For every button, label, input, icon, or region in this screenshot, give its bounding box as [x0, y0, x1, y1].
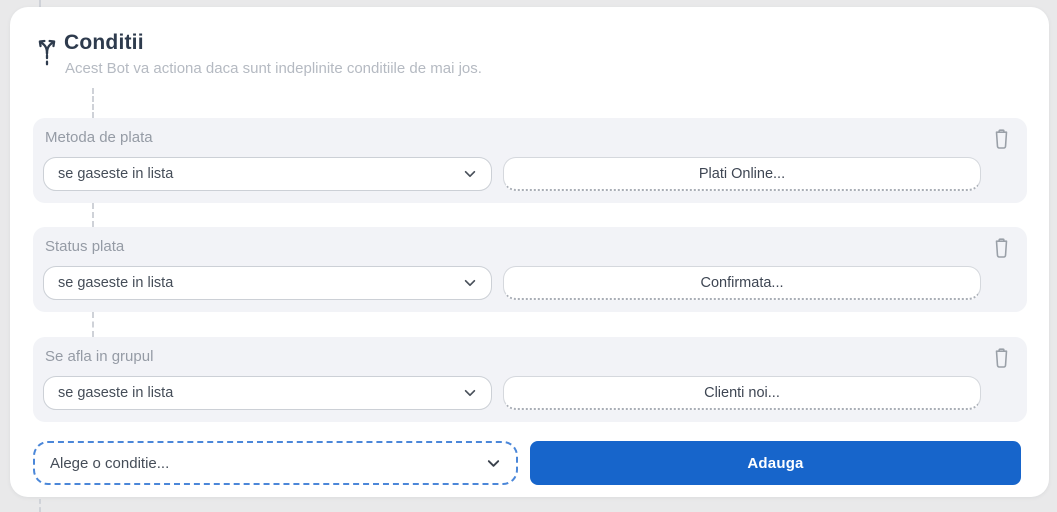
- trash-icon: [991, 236, 1012, 263]
- delete-condition-button[interactable]: [988, 235, 1014, 263]
- condition-type-placeholder: Alege o conditie...: [50, 454, 170, 472]
- condition-value-button[interactable]: Plati Online...: [503, 157, 981, 191]
- panel-subtitle: Acest Bot va actiona daca sunt indeplini…: [65, 60, 482, 77]
- operator-select[interactable]: se gaseste in lista: [43, 157, 492, 191]
- condition-value-button[interactable]: Clienti noi...: [503, 376, 981, 410]
- trash-icon: [991, 127, 1012, 154]
- operator-selected-value: se gaseste in lista: [58, 166, 174, 182]
- condition-card: Status plata se gaseste in lista Confirm…: [33, 227, 1027, 312]
- chevron-down-icon: [463, 276, 491, 290]
- add-condition-button[interactable]: Adauga: [530, 441, 1021, 485]
- delete-condition-button[interactable]: [988, 126, 1014, 154]
- operator-selected-value: se gaseste in lista: [58, 275, 174, 291]
- trash-icon: [991, 346, 1012, 373]
- operator-selected-value: se gaseste in lista: [58, 385, 174, 401]
- condition-value-button[interactable]: Confirmata...: [503, 266, 981, 300]
- conditions-panel: Conditii Acest Bot va actiona daca sunt …: [10, 7, 1049, 497]
- operator-select[interactable]: se gaseste in lista: [43, 266, 492, 300]
- add-condition-row: Alege o conditie... Adauga: [33, 441, 1027, 485]
- condition-type-select[interactable]: Alege o conditie...: [33, 441, 518, 485]
- chevron-down-icon: [463, 167, 491, 181]
- condition-connector: [92, 203, 94, 227]
- flow-connector-bottom: [39, 499, 41, 512]
- condition-label: Metoda de plata: [45, 129, 153, 146]
- condition-card: Se afla in grupul se gaseste in lista Cl…: [33, 337, 1027, 422]
- condition-label: Se afla in grupul: [45, 348, 154, 365]
- operator-select[interactable]: se gaseste in lista: [43, 376, 492, 410]
- condition-connector: [92, 88, 94, 118]
- chevron-down-icon: [486, 456, 516, 471]
- condition-connector: [92, 312, 94, 337]
- panel-title: Conditii: [64, 31, 144, 54]
- branch-split-icon: [33, 32, 61, 66]
- chevron-down-icon: [463, 386, 491, 400]
- condition-label: Status plata: [45, 238, 125, 255]
- delete-condition-button[interactable]: [988, 345, 1014, 373]
- condition-card: Metoda de plata se gaseste in lista Plat…: [33, 118, 1027, 203]
